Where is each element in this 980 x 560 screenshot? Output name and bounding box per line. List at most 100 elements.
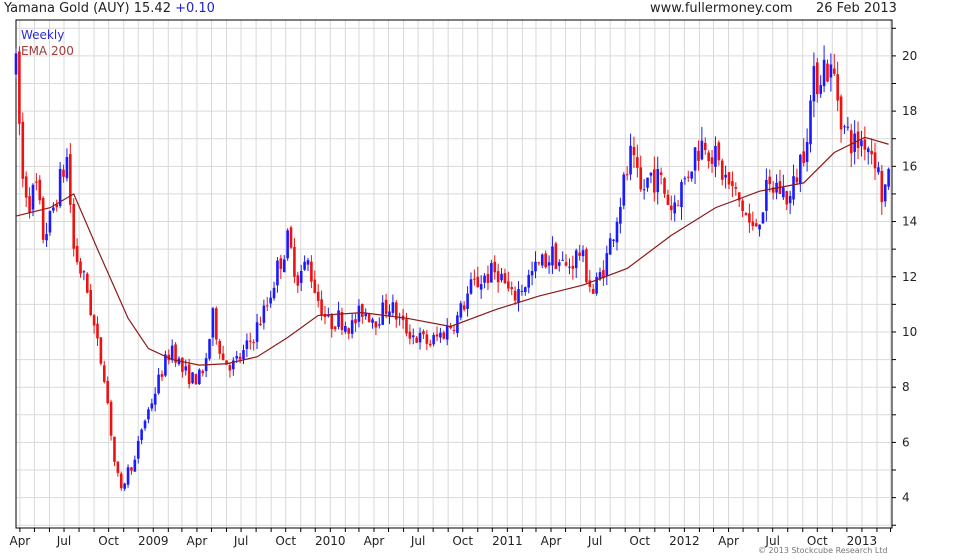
candle-body xyxy=(408,331,412,339)
candle-body xyxy=(513,290,517,301)
candle-body xyxy=(490,263,493,283)
candle-body xyxy=(316,291,320,301)
candle-body xyxy=(184,366,188,371)
candle-body xyxy=(361,304,364,317)
candle-body xyxy=(119,473,123,489)
y-tick-label: 12 xyxy=(902,270,917,284)
candle-body xyxy=(58,168,62,206)
candle-body xyxy=(832,68,836,74)
candle-body xyxy=(265,305,269,307)
candle-body xyxy=(255,322,259,342)
candle-body xyxy=(109,401,113,436)
candle-body xyxy=(45,234,48,241)
candle-body xyxy=(306,260,310,265)
candle-body xyxy=(870,150,873,155)
candle-body xyxy=(500,273,503,281)
candle-body xyxy=(785,191,789,205)
candle-body xyxy=(826,63,829,82)
candle-body xyxy=(802,151,806,163)
candle-body xyxy=(89,290,92,316)
candle-body xyxy=(788,196,792,204)
candle-body xyxy=(367,313,371,323)
candle-body xyxy=(530,271,534,276)
candle-body xyxy=(75,245,79,263)
candle-body xyxy=(700,140,704,160)
candle-body xyxy=(812,66,816,102)
candle-body xyxy=(452,329,456,331)
candle-body xyxy=(625,174,629,176)
candle-body xyxy=(670,205,673,211)
candle-body xyxy=(96,323,99,339)
candle-body xyxy=(534,261,537,272)
candle-body xyxy=(540,254,544,266)
candle-body xyxy=(116,461,120,473)
candle-body xyxy=(479,284,483,290)
candle-body xyxy=(849,130,853,154)
x-tick-label: Oct xyxy=(98,534,119,548)
candle-body xyxy=(659,172,663,176)
candle-body xyxy=(201,370,205,374)
candle-body xyxy=(761,212,765,224)
candle-body xyxy=(703,142,707,151)
copyright-notice: © 2013 Stockcube Research Ltd xyxy=(758,546,888,555)
y-tick-label: 14 xyxy=(902,215,917,229)
candle-body xyxy=(143,420,147,429)
candle-body xyxy=(228,365,232,371)
candle-body xyxy=(52,207,55,211)
candle-body xyxy=(276,260,279,286)
x-tick-label: Oct xyxy=(452,534,473,548)
candle-body xyxy=(663,178,666,194)
candle-body xyxy=(153,393,157,405)
candle-body xyxy=(758,224,761,230)
candle-body xyxy=(751,221,755,227)
candle-body xyxy=(551,246,554,266)
candle-body xyxy=(140,429,143,441)
candle-body xyxy=(181,357,184,372)
candle-body xyxy=(211,308,215,338)
candle-body xyxy=(585,249,588,283)
price-chart: Apr Jul Oct 2009 Apr Jul Oct 2010 Apr Jul Oct 2011 A… xyxy=(9,19,917,548)
candle-body xyxy=(136,440,140,459)
candle-body xyxy=(310,261,313,282)
candle-body xyxy=(615,221,619,243)
candle-body xyxy=(568,266,571,268)
candle-body xyxy=(428,343,432,346)
candle-body xyxy=(41,197,45,240)
candle-body xyxy=(391,302,395,313)
candle-body xyxy=(92,315,96,326)
candle-body xyxy=(330,314,334,329)
candle-body xyxy=(340,312,344,330)
candle-body xyxy=(79,261,82,274)
candle-body xyxy=(303,261,306,270)
candle-body xyxy=(364,313,368,317)
x-tick-label: 2012 xyxy=(669,534,700,548)
x-tick-label: Oct xyxy=(629,534,650,548)
x-tick-label: 2011 xyxy=(492,534,523,548)
candle-body xyxy=(656,169,660,193)
candle-body xyxy=(374,321,378,328)
candle-body xyxy=(215,308,218,340)
x-tick-label: Jul xyxy=(587,534,602,548)
candle-body xyxy=(591,288,595,294)
candle-body xyxy=(476,276,480,288)
candle-body xyxy=(252,342,255,344)
candle-body xyxy=(510,287,514,290)
candle-body xyxy=(707,152,710,162)
candle-body xyxy=(279,258,283,269)
candle-body xyxy=(381,302,384,325)
candle-body xyxy=(873,152,877,169)
candle-body xyxy=(469,279,473,294)
candle-body xyxy=(571,265,575,269)
candle-body xyxy=(415,337,418,343)
candle-body xyxy=(28,196,31,213)
candle-body xyxy=(846,126,850,128)
candle-body xyxy=(384,299,388,315)
candle-body xyxy=(717,142,721,161)
candle-body xyxy=(649,172,653,176)
candle-body xyxy=(496,271,500,283)
candle-body xyxy=(829,64,833,78)
candle-body xyxy=(445,325,449,340)
candle-body xyxy=(843,126,846,128)
candle-body xyxy=(218,341,222,354)
x-tick-label: Apr xyxy=(364,534,385,548)
